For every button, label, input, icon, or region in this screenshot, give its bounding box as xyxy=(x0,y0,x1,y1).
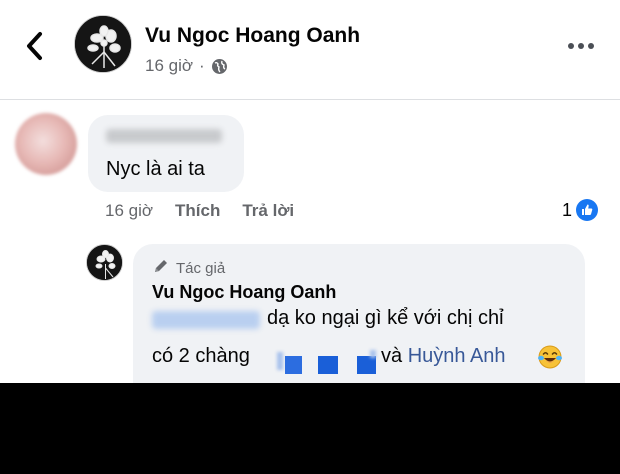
commenter-avatar[interactable] xyxy=(15,113,77,175)
censor-block xyxy=(285,356,302,374)
commenter-name-redacted xyxy=(106,129,222,143)
mention-redacted xyxy=(152,311,260,329)
laughing-tears-emoji-icon xyxy=(537,344,563,370)
post-time[interactable]: 16 giờ xyxy=(145,56,193,76)
post-header: Vu Ngoc Hoang Oanh 16 giờ · xyxy=(0,0,620,100)
reply-text-line2: có 2 chàng xyxy=(152,345,250,367)
reply-button[interactable]: Trả lời xyxy=(242,201,294,221)
post-meta: 16 giờ · xyxy=(145,56,228,76)
page-avatar[interactable] xyxy=(74,15,132,73)
mention-link[interactable]: Huỳnh Anh xyxy=(408,345,506,367)
author-badge-label: Tác giả xyxy=(176,259,226,277)
reply-text-prefix: và xyxy=(381,345,408,367)
comment-actions: 16 giờ Thích Trả lời xyxy=(105,201,294,221)
like-thumb-icon xyxy=(576,199,599,221)
reaction-summary[interactable]: 1 xyxy=(562,199,599,221)
reaction-count: 1 xyxy=(562,199,573,220)
comment-text: Nyc là ai ta xyxy=(106,158,205,180)
reply-text-line3: và Huỳnh Anh xyxy=(381,345,506,368)
author-badge: Tác giả xyxy=(152,257,225,279)
censor-block xyxy=(357,356,376,374)
censor-block xyxy=(370,350,376,358)
page-name[interactable]: Vu Ngoc Hoang Oanh xyxy=(145,24,360,48)
meta-separator: · xyxy=(199,56,205,75)
pencil-icon xyxy=(152,257,170,279)
reply-author-name[interactable]: Vu Ngoc Hoang Oanh xyxy=(152,282,336,303)
censor-block xyxy=(277,352,283,370)
back-arrow-icon[interactable] xyxy=(20,28,50,64)
globe-icon xyxy=(211,58,228,75)
more-options-icon[interactable] xyxy=(568,40,598,52)
reply-text-line1: dạ ko ngại gì kể với chị chỉ xyxy=(267,307,504,329)
post-comments-screen: Vu Ngoc Hoang Oanh 16 giờ · Nyc là ai ta… xyxy=(0,0,620,383)
like-button[interactable]: Thích xyxy=(175,201,220,221)
censor-block xyxy=(318,356,338,374)
comment-time[interactable]: 16 giờ xyxy=(105,201,153,221)
reply-author-avatar[interactable] xyxy=(86,244,123,281)
